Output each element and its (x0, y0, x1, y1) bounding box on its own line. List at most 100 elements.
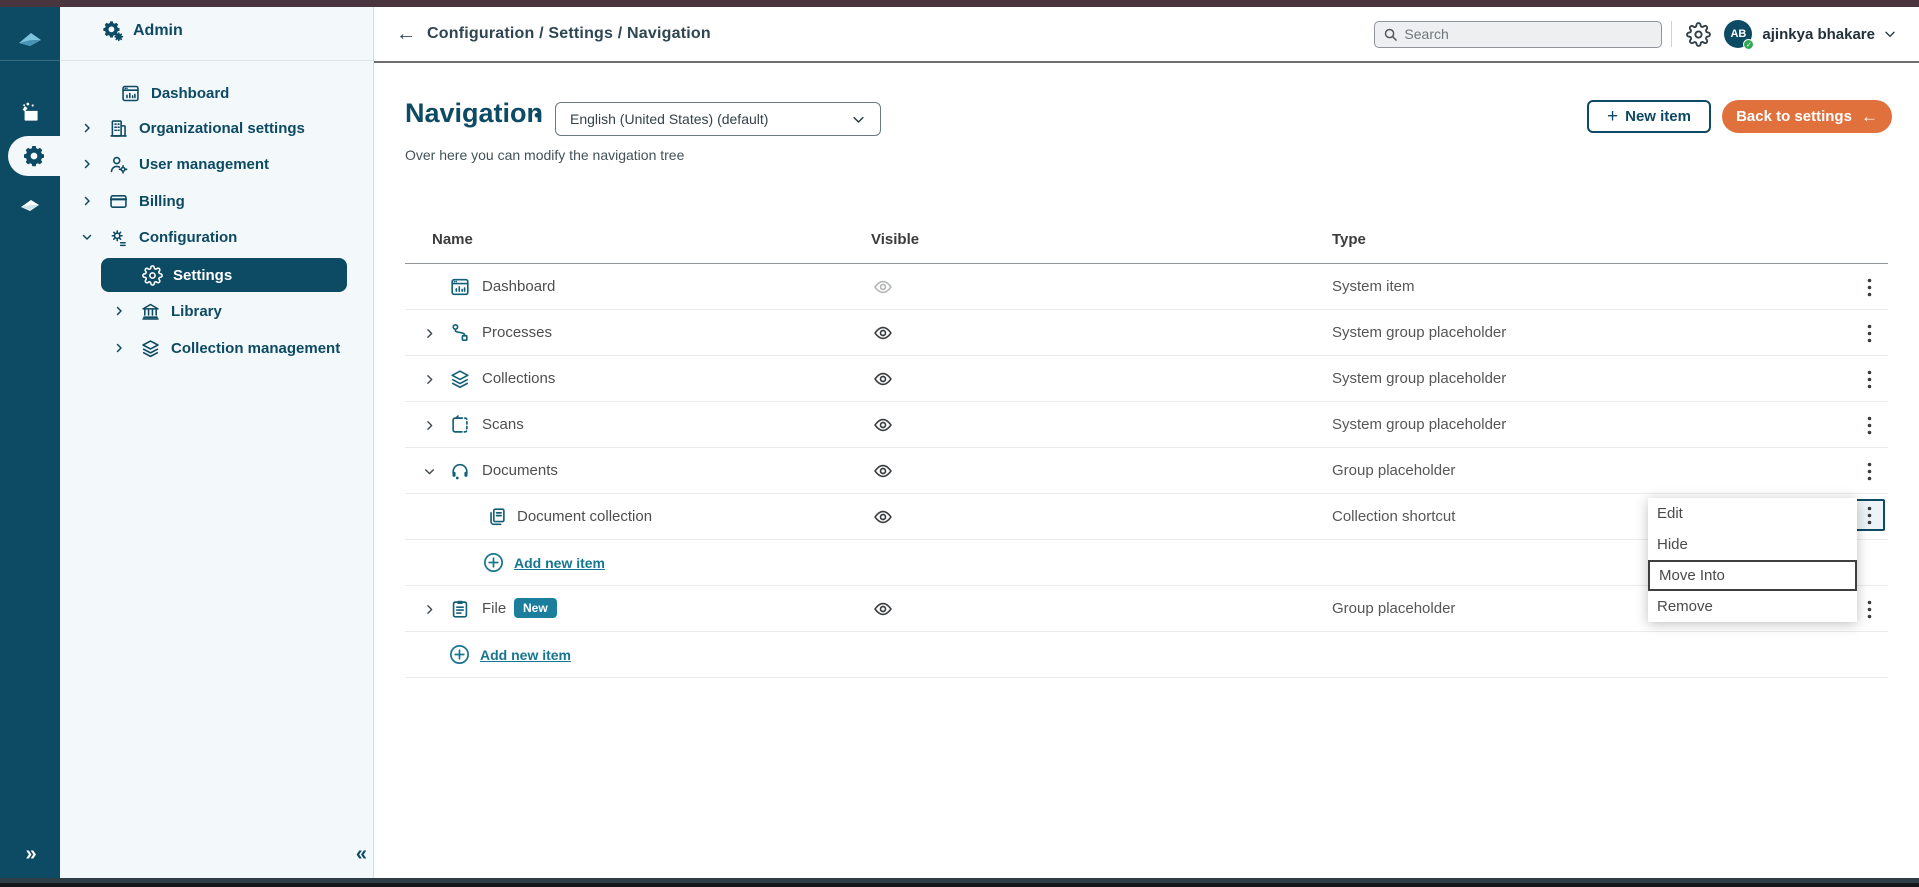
sidebar-item-settings[interactable]: Settings (101, 258, 347, 292)
chevron-right-icon (112, 304, 126, 318)
sidebar-item-label: Collection management (171, 340, 340, 357)
row-menu-kebab-icon[interactable] (1856, 410, 1882, 440)
title-separator-dot: • (534, 106, 540, 126)
user-name[interactable]: ajinkya bhakare (1762, 26, 1875, 43)
sidebar-item-label: Billing (139, 193, 185, 210)
row-label: Collections (482, 370, 555, 387)
context-menu-item-hide[interactable]: Hide (1648, 529, 1857, 560)
user-avatar[interactable]: AB ✓ (1724, 20, 1752, 48)
visibility-eye-icon[interactable] (873, 323, 893, 343)
sidebar-item-organizational-settings[interactable]: Organizational settings (60, 111, 374, 145)
row-label: File (482, 600, 506, 617)
sidebar-item-dashboard[interactable]: Dashboard (60, 76, 374, 110)
row-label: Scans (482, 416, 524, 433)
back-arrow-icon[interactable]: ← (396, 24, 416, 44)
plus-circle-icon (482, 551, 505, 574)
configuration-gear-icon (106, 225, 130, 249)
rail-expand-button[interactable]: » (0, 843, 60, 866)
credit-card-icon (106, 189, 130, 213)
context-menu-item-move-into[interactable]: Move Into (1648, 560, 1857, 591)
layers-icon (448, 367, 472, 391)
topbar-divider (1671, 21, 1672, 47)
visibility-eye-icon[interactable] (873, 507, 893, 527)
sidebar-divider (60, 60, 374, 61)
building-icon (106, 116, 130, 140)
new-item-button[interactable]: + New item (1587, 100, 1711, 133)
sidebar-item-label: Dashboard (151, 85, 229, 102)
chevron-right-icon[interactable] (421, 371, 437, 387)
chevron-right-icon (80, 157, 94, 171)
row-context-menu: Edit Hide Move Into Remove (1648, 498, 1857, 622)
sidebar-collapse-button[interactable]: « (356, 843, 365, 866)
search-box[interactable] (1374, 21, 1662, 48)
visibility-eye-icon[interactable] (873, 277, 893, 297)
document-copy-icon (485, 505, 509, 529)
context-menu-item-remove[interactable]: Remove (1648, 591, 1857, 622)
row-type: Collection shortcut (1332, 508, 1455, 525)
row-menu-kebab-icon[interactable] (1856, 318, 1882, 348)
plus-icon: + (1607, 106, 1618, 128)
row-label: Documents (482, 462, 558, 479)
main-area: ← Configuration / Settings / Navigation (374, 7, 1919, 878)
visibility-eye-icon[interactable] (873, 599, 893, 619)
sidebar-item-label: Settings (173, 267, 232, 284)
breadcrumb: Configuration / Settings / Navigation (427, 25, 711, 43)
user-menu-chevron-down-icon[interactable] (1883, 27, 1897, 41)
clipboard-icon (448, 597, 472, 621)
online-status-badge: ✓ (1743, 39, 1754, 50)
row-menu-kebab-icon[interactable] (1853, 499, 1885, 531)
library-bank-icon (138, 299, 162, 323)
column-header-visible: Visible (871, 231, 919, 248)
chevron-down-icon[interactable] (421, 463, 437, 479)
add-new-item-link[interactable]: Add new item (482, 551, 605, 574)
chevron-right-icon[interactable] (421, 325, 437, 341)
user-gear-icon (106, 152, 130, 176)
chevron-right-icon[interactable] (421, 601, 437, 617)
sidebar-item-collection-management[interactable]: Collection management (60, 331, 374, 365)
rail-collections-icon[interactable] (0, 185, 60, 225)
table-row-dashboard: Dashboard System item (405, 264, 1888, 310)
topbar-settings-gear-icon[interactable] (1685, 21, 1711, 47)
row-type: System group placeholder (1332, 416, 1506, 433)
sidebar-item-label: Organizational settings (139, 120, 305, 137)
sidebar-item-label: User management (139, 156, 269, 173)
row-label: Document collection (517, 508, 652, 525)
chevron-down-icon (80, 230, 94, 244)
plus-circle-icon (448, 643, 471, 666)
visibility-eye-icon[interactable] (873, 415, 893, 435)
row-type: System item (1332, 278, 1415, 295)
sidebar-item-user-management[interactable]: User management (60, 147, 374, 181)
chevron-right-icon (80, 121, 94, 135)
admin-gear-icon (102, 20, 124, 42)
row-type: System group placeholder (1332, 324, 1506, 341)
rail-settings-active-pill[interactable] (8, 136, 60, 176)
window-top-strip (0, 0, 1919, 7)
page-content: Navigation • English (United States) (de… (374, 63, 1919, 878)
admin-sidebar: Admin Dashboard Orga (60, 7, 374, 878)
sidebar-item-library[interactable]: Library (60, 294, 374, 328)
visibility-eye-icon[interactable] (873, 461, 893, 481)
whats-new-icon[interactable] (0, 92, 60, 132)
row-menu-kebab-icon[interactable] (1856, 456, 1882, 486)
new-badge: New (514, 598, 557, 618)
row-menu-kebab-icon[interactable] (1856, 272, 1882, 302)
context-menu-item-edit[interactable]: Edit (1648, 498, 1857, 529)
language-select[interactable]: English (United States) (default) (555, 102, 881, 136)
add-new-item-link[interactable]: Add new item (448, 643, 571, 666)
brand-logo-icon[interactable] (0, 20, 60, 60)
window-bottom-strip (0, 878, 1919, 887)
table-row-collections: Collections System group placeholder (405, 356, 1888, 402)
row-menu-kebab-icon[interactable] (1856, 364, 1882, 394)
add-new-item-label: Add new item (480, 647, 571, 663)
search-icon (1383, 27, 1398, 42)
headset-icon (448, 459, 472, 483)
search-input[interactable] (1404, 26, 1653, 42)
sidebar-item-billing[interactable]: Billing (60, 184, 374, 218)
row-type: Group placeholder (1332, 462, 1455, 479)
row-menu-kebab-icon[interactable] (1856, 594, 1882, 624)
back-to-settings-button[interactable]: Back to settings ← (1722, 100, 1892, 133)
sidebar-item-configuration[interactable]: Configuration (60, 220, 374, 254)
chevron-right-icon[interactable] (421, 417, 437, 433)
visibility-eye-icon[interactable] (873, 369, 893, 389)
layers-icon (138, 336, 162, 360)
